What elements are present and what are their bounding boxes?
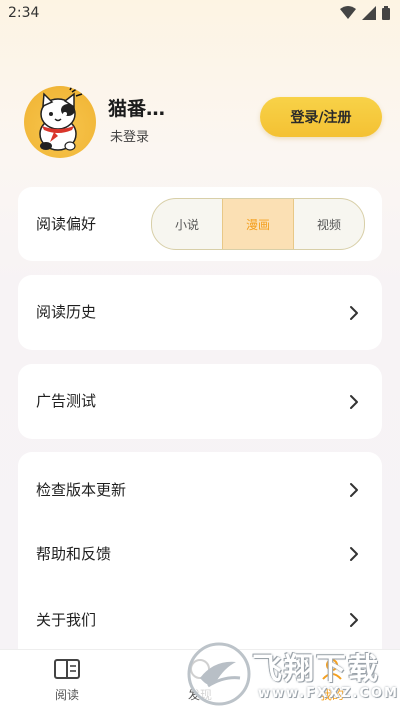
watermark-url: www.FXXZ.COM [258, 686, 399, 701]
signal-icon [362, 6, 376, 20]
preference-option-video[interactable]: 视频 [294, 199, 364, 249]
nav-label-read: 阅读 [54, 688, 79, 702]
chevron-right-icon [350, 395, 358, 409]
reading-preference-card: 阅读偏好 小说 漫画 视频 [18, 187, 382, 261]
chevron-right-icon [350, 613, 358, 627]
ad-test-label: 广告测试 [36, 392, 97, 410]
help-feedback-label: 帮助和反馈 [36, 545, 112, 563]
chevron-right-icon [350, 547, 358, 561]
username: 猫番… [108, 98, 166, 120]
book-icon [54, 659, 80, 679]
watermark-title: 飞翔下载 [252, 652, 380, 687]
login-status: 未登录 [110, 130, 150, 145]
check-update-row[interactable]: 检查版本更新 [18, 460, 382, 520]
preference-option-novel[interactable]: 小说 [152, 199, 222, 249]
login-register-button[interactable]: 登录/注册 [260, 97, 382, 137]
help-feedback-row[interactable]: 帮助和反馈 [18, 524, 382, 584]
status-icons [340, 6, 390, 20]
reading-preference-label: 阅读偏好 [36, 215, 97, 233]
preference-option-comic[interactable]: 漫画 [222, 199, 294, 249]
profile-header: 猫番… 未登录 登录/注册 [0, 80, 400, 170]
reading-history-card[interactable]: 阅读历史 [18, 275, 382, 350]
chevron-right-icon [350, 483, 358, 497]
nav-tab-read[interactable]: 阅读 [27, 658, 107, 703]
check-update-label: 检查版本更新 [36, 481, 127, 499]
site-watermark: 飞翔下载 www.FXXZ.COM [186, 634, 397, 710]
wifi-icon [340, 6, 356, 19]
settings-group-card: 检查版本更新 帮助和反馈 关于我们 [18, 452, 382, 662]
cat-avatar-icon [39, 86, 83, 151]
reading-history-label: 阅读历史 [36, 303, 97, 321]
avatar[interactable] [24, 86, 96, 158]
battery-icon [382, 6, 390, 20]
ad-test-card[interactable]: 广告测试 [18, 364, 382, 439]
status-bar: 2:34 [0, 0, 400, 28]
about-us-label: 关于我们 [36, 611, 97, 629]
chevron-right-icon [350, 306, 358, 320]
watermark-logo-icon [187, 642, 251, 706]
status-time: 2:34 [8, 5, 40, 21]
reading-preference-selector: 小说 漫画 视频 [151, 198, 365, 250]
